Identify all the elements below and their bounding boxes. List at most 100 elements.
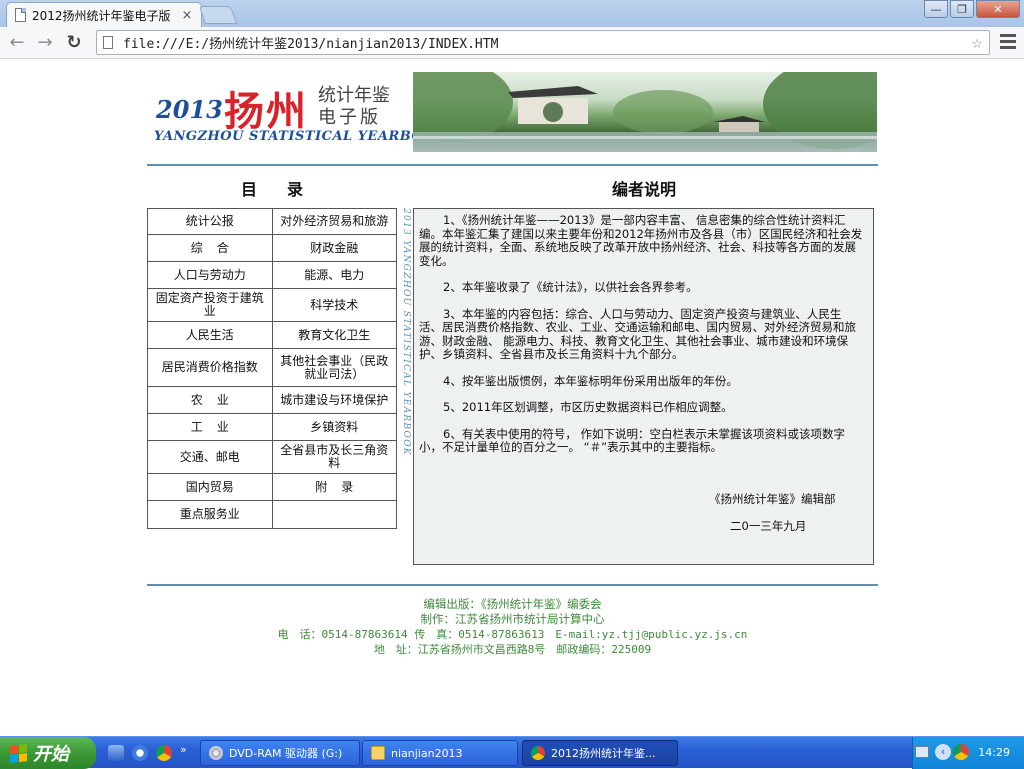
tray-collapse-icon[interactable]: ‹ [935,744,951,760]
editor-paragraph: 5、2011年区划调整，市区历史数据资料已作相应调整。 [443,400,733,414]
keyboard-icon[interactable] [915,746,929,758]
toc-link[interactable]: 附录 [271,473,397,501]
address-bar[interactable]: file:///E:/扬州统计年鉴2013/nianjian2013/INDEX… [96,30,990,55]
toc-link[interactable]: 科学技术 [271,288,397,322]
vertical-yearbook-caption: 2013 YANGZHOU STATISTICAL YEARBOOK [401,208,411,456]
toc-link[interactable]: 教育文化卫生 [271,321,397,349]
page-footer: 编辑出版：《扬州统计年鉴》编委会 制作：江苏省扬州市统计局计算中心 电 话：05… [147,597,878,657]
header-divider [147,164,878,166]
editor-paragraph: 6、有关表中使用的符号， 作如下说明：空白栏表示未掌握该项资料或该项数字小，不足… [419,426,845,454]
signature-date: 二0一三年九月 [730,519,807,533]
close-window-button[interactable]: ✕ [976,0,1020,18]
toc-link[interactable]: 乡镇资料 [271,413,397,441]
toc-link[interactable]: 城市建设与环境保护 [271,386,397,414]
toc-row: 工业 乡镇资料 [147,413,397,441]
reload-icon[interactable]: ↻ [63,32,85,54]
taskbar-item-label: 2012扬州统计年鉴... [551,747,656,760]
toc-link[interactable]: 能源、电力 [271,261,397,289]
toc-link[interactable]: 人口与劳动力 [147,261,273,289]
document-icon [103,36,113,49]
toc-row: 重点服务业 [147,500,397,529]
taskbar-item-label: DVD-RAM 驱动器 (G:) [229,747,343,760]
toc-link[interactable]: 交通、邮电 [147,440,273,474]
maximize-button[interactable]: ❐ [950,0,974,18]
editor-paragraph: 4、按年鉴出版惯例，本年鉴标明年份采用出版年的年份。 [443,373,738,388]
toc-link[interactable]: 统计公报 [147,208,273,235]
editor-notes-heading: 编者说明 [611,180,676,199]
toc-row: 农业 城市建设与环境保护 [147,386,397,414]
taskbar-item-dvd-drive[interactable]: DVD-RAM 驱动器 (G:) [200,740,360,766]
toc-link[interactable]: 其他社会事业（民政就业司法） [271,348,397,387]
internet-explorer-icon[interactable] [132,745,148,761]
footer-contact: 电 话：0514-87863614 传 真：0514-87863613 E-ma… [277,628,748,641]
toc-heading: 目录 [240,180,333,199]
logo-year: 2013 [156,95,223,124]
start-label: 开始 [33,744,69,765]
toc-row: 统计公报 对外经济贸易和旅游 [147,208,397,235]
windows-flag-icon [10,743,27,763]
yearbook-logo: 2013 扬州 统计年鉴 电子版 YANGZHOU STATISTICAL YE… [150,73,446,151]
chrome-icon[interactable] [156,745,172,761]
toc-row: 综合 财政金融 [147,234,397,262]
taskbar-item-browser[interactable]: 2012扬州统计年鉴... [522,740,678,766]
footer-publisher: 编辑出版：《扬州统计年鉴》编委会 [423,597,602,611]
menu-icon[interactable] [1000,34,1016,50]
footer-address: 地 址：江苏省扬州市文昌西路8号 邮政编码：225009 [373,643,652,656]
start-button[interactable]: 开始 [0,737,96,769]
show-desktop-icon[interactable] [108,745,124,761]
footer-divider [147,584,878,586]
toc-link[interactable]: 工业 [147,413,273,441]
footer-producer: 制作：江苏省扬州市统计局计算中心 [420,612,605,626]
tab-title: 2012扬州统计年鉴电子版 [32,8,171,23]
toc-link[interactable]: 国内贸易 [147,473,273,501]
dvd-drive-icon [209,746,223,760]
toc-link[interactable]: 固定资产投资于建筑业 [147,288,273,322]
chrome-tray-icon[interactable] [953,744,969,760]
banner-landscape-image [413,72,877,152]
logo-english-title: YANGZHOU STATISTICAL YEARBOOK [154,129,447,144]
toc-link[interactable]: 农业 [147,386,273,414]
folder-icon [371,746,385,760]
toc-row: 居民消费价格指数 其他社会事业（民政就业司法） [147,348,397,387]
editor-paragraph: 3、本年鉴的内容包括：综合、人口与劳动力、固定资产投资与建筑业、人民生活、居民消… [419,306,856,361]
taskbar-item-folder[interactable]: nianjian2013 [362,740,518,766]
editor-paragraph: 2、本年鉴收录了《统计法》，以供社会各界参考。 [443,280,698,294]
url-text[interactable]: file:///E:/扬州统计年鉴2013/nianjian2013/INDEX… [123,33,965,52]
toc-link[interactable]: 综合 [147,234,273,262]
toc-row: 交通、邮电 全省县市及长三角资料 [147,440,397,474]
browser-titlebar: 2012扬州统计年鉴电子版 × — ❐ ✕ [0,0,1024,27]
toc-link[interactable]: 居民消费价格指数 [147,348,273,387]
toc-table: 统计公报 对外经济贸易和旅游 综合 财政金融 人口与劳动力 能源、电力 固定资产投资于建筑业… [147,208,397,529]
page-icon [15,8,26,22]
toc-row: 人民生活 教育文化卫生 [147,321,397,349]
forward-icon[interactable]: → [34,32,56,54]
close-tab-icon[interactable]: × [179,8,195,23]
signature-organization: 《扬州统计年鉴》编辑部 [709,492,836,506]
quicklaunch-expand-icon[interactable]: » [180,743,192,759]
toc-link[interactable]: 重点服务业 [147,500,273,529]
editor-notes-box: 1、《扬州统计年鉴——2013》是一部内容丰富、 信息密集的综合性统计资料汇编。… [413,208,874,565]
chrome-icon [531,746,545,760]
toc-row: 固定资产投资于建筑业 科学技术 [147,288,397,322]
window-controls: — ❐ ✕ [922,0,1020,18]
new-tab-button[interactable] [198,6,238,24]
clock[interactable]: 14:29 [978,746,1010,759]
back-icon[interactable]: ← [6,32,28,54]
toc-link[interactable]: 财政金融 [271,234,397,262]
toc-link[interactable]: 人民生活 [147,321,273,349]
logo-edition: 电子版 [318,107,381,128]
page-content: 2013 扬州 统计年鉴 电子版 YANGZHOU STATISTICAL YE… [0,60,1024,736]
browser-tab[interactable]: 2012扬州统计年鉴电子版 × [6,2,202,27]
system-tray: ‹ 14:29 [912,737,1024,769]
windows-taskbar: 开始 » DVD-RAM 驱动器 (G:) nianjian2013 2012扬… [0,736,1024,769]
toc-link[interactable]: 全省县市及长三角资料 [271,440,397,474]
toc-link[interactable]: 对外经济贸易和旅游 [271,208,397,235]
editor-paragraph: 1、《扬州统计年鉴——2013》是一部内容丰富、 信息密集的综合性统计资料汇编。… [419,213,863,268]
taskbar-item-label: nianjian2013 [391,746,463,760]
minimize-button[interactable]: — [924,0,948,18]
browser-toolbar: ← → ↻ file:///E:/扬州统计年鉴2013/nianjian2013… [0,27,1024,59]
toc-row: 国内贸易 附录 [147,473,397,501]
toc-link [271,500,397,529]
toc-row: 人口与劳动力 能源、电力 [147,261,397,289]
bookmark-star-icon[interactable]: ☆ [965,32,989,53]
